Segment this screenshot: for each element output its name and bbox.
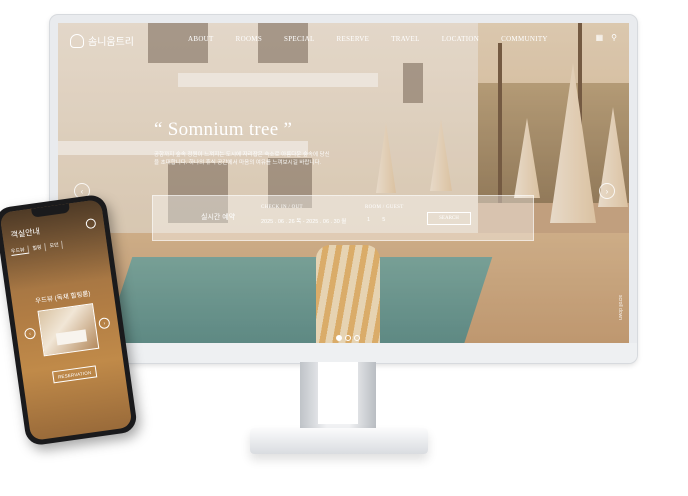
header-icons: ▦ ⚲ — [596, 33, 617, 42]
search-button[interactable]: SEARCH — [427, 212, 471, 225]
room-guest-label: ROOM / GUEST — [365, 205, 404, 210]
mobile-prev-button[interactable]: ‹ — [23, 327, 37, 340]
calendar-icon[interactable]: ▦ — [596, 33, 604, 42]
slide-next-button[interactable]: › — [599, 183, 615, 199]
reservation-button[interactable]: RESERVATION — [52, 365, 98, 384]
main-nav: ABOUT ROOMS SPECIAL RESERVE TRAVEL LOCAT… — [188, 35, 570, 43]
hero-description: 공항까지 숲속 정원이 느껴지는 도시에 자리잡은 숙소로 아름다운 숲속에 당… — [154, 152, 330, 166]
desktop-monitor: 솜니움트리 ABOUT ROOMS SPECIAL RESERVE TRAVEL… — [50, 15, 637, 363]
chevron-left-icon: ‹ — [28, 330, 32, 337]
chevron-right-icon: › — [103, 320, 106, 327]
chevron-right-icon: › — [605, 186, 609, 196]
nav-travel[interactable]: TRAVEL — [391, 35, 420, 43]
mobile-next-button[interactable]: › — [98, 316, 111, 330]
monitor-stand — [300, 362, 376, 434]
checkin-value[interactable]: 2025 . 06 . 26 목 - 2025 . 06 . 30 월 — [261, 217, 346, 225]
site-logo[interactable]: 솜니움트리 — [70, 33, 134, 48]
monitor-base — [250, 428, 428, 454]
nav-community[interactable]: COMMUNITY — [501, 35, 548, 43]
slide-indicators — [336, 335, 360, 341]
scroll-hint: scroll down — [617, 295, 623, 321]
logo-text: 솜니움트리 — [88, 37, 134, 48]
search-icon[interactable]: ⚲ — [611, 33, 617, 42]
booking-title: 실시간 예약 — [201, 214, 236, 221]
nav-location[interactable]: LOCATION — [442, 35, 479, 43]
tree-logo-icon — [70, 33, 84, 48]
nav-reserve[interactable]: RESERVE — [337, 35, 370, 43]
nav-about[interactable]: ABOUT — [188, 35, 214, 43]
nav-rooms[interactable]: ROOMS — [236, 35, 262, 43]
checkin-label: CHECK IN / OUT — [261, 205, 303, 210]
desktop-screen: 솜니움트리 ABOUT ROOMS SPECIAL RESERVE TRAVEL… — [58, 23, 629, 343]
slide-dot[interactable] — [354, 335, 360, 341]
slide-dot[interactable] — [336, 335, 342, 341]
hero-title: “ Somnium tree ” — [154, 119, 293, 140]
chevron-left-icon: ‹ — [80, 186, 84, 196]
room-photo — [37, 303, 100, 357]
booking-bar: 실시간 예약 CHECK IN / OUT 2025 . 06 . 26 목 -… — [152, 195, 534, 241]
room-guest-value[interactable]: 1 5 — [367, 217, 385, 223]
slide-dot[interactable] — [345, 335, 351, 341]
nav-special[interactable]: SPECIAL — [284, 35, 315, 43]
